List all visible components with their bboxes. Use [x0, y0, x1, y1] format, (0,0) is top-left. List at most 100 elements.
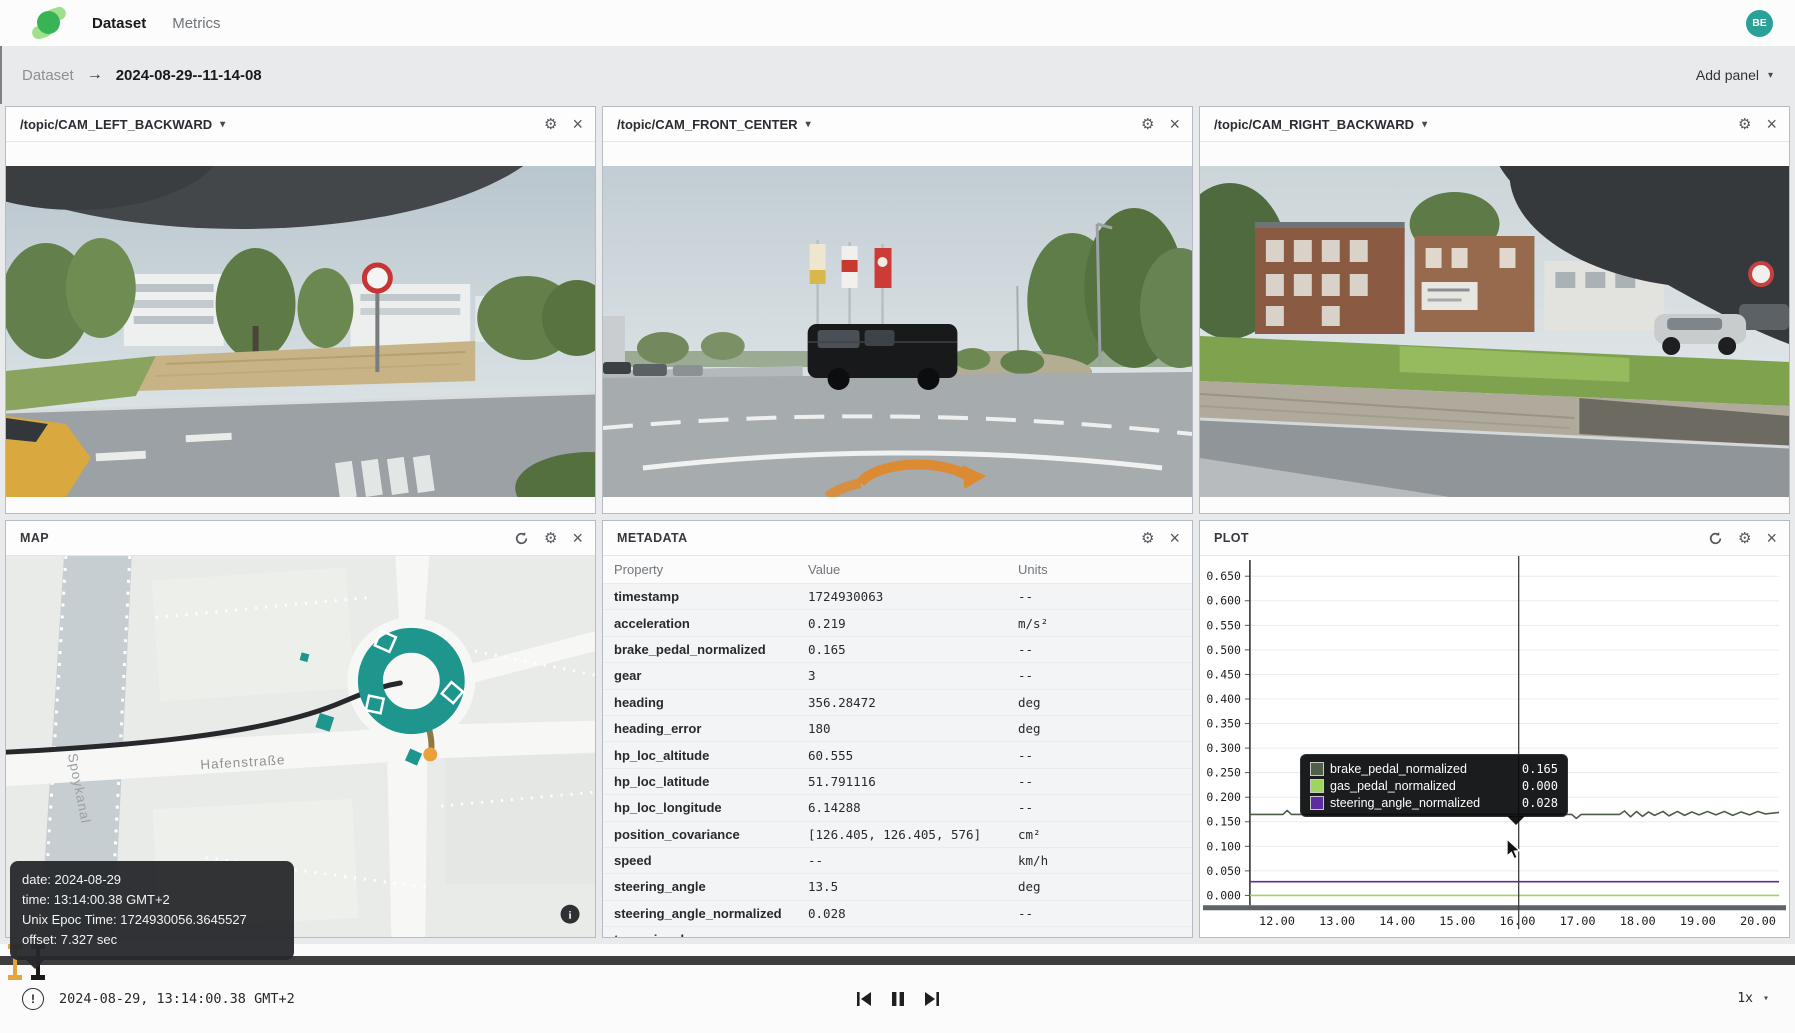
svg-text:17.00: 17.00: [1560, 914, 1596, 928]
svg-text:20.00: 20.00: [1740, 914, 1776, 928]
panel-header: /topic/CAM_LEFT_BACKWARD ▾ ⚙ ×: [6, 107, 595, 142]
table-row: gear3--: [603, 662, 1192, 688]
table-row: turn_signal----: [603, 926, 1192, 937]
table-row: hp_loc_altitude60.555--: [603, 741, 1192, 767]
mouse-cursor-icon: [1506, 839, 1523, 860]
gear-icon[interactable]: ⚙: [544, 531, 557, 546]
table-row: speed--km/h: [603, 847, 1192, 873]
refresh-icon[interactable]: [1708, 531, 1723, 546]
chevron-down-icon: ▾: [806, 119, 811, 130]
camera-view: [6, 142, 595, 513]
panel-title: METADATA: [617, 531, 688, 545]
svg-text:0.300: 0.300: [1206, 741, 1241, 755]
table-row: position_covariance[126.405, 126.405, 57…: [603, 821, 1192, 847]
main-nav: Dataset Metrics: [92, 15, 221, 32]
camera-image-left-backward: [6, 166, 595, 497]
svg-text:0.450: 0.450: [1206, 667, 1241, 681]
app-window: Dataset Metrics BE Dataset → 2024-08-29-…: [0, 0, 1795, 1033]
tooltip-series-row: steering_angle_normalized0.028: [1310, 794, 1558, 811]
refresh-icon[interactable]: [514, 531, 529, 546]
gear-icon[interactable]: ⚙: [1738, 531, 1751, 546]
close-icon[interactable]: ×: [1766, 529, 1777, 547]
skip-to-start-button[interactable]: [853, 988, 875, 1010]
camera-view: [1200, 142, 1789, 513]
table-row: heading356.28472deg: [603, 689, 1192, 715]
svg-text:0.050: 0.050: [1206, 864, 1241, 878]
panel-plot: PLOT ⚙ × 0.0000.0500.1000.1500.2000.2500…: [1199, 520, 1790, 938]
panel-metadata: METADATA ⚙ × Property Value Units timest…: [602, 520, 1193, 938]
panel-header: MAP ⚙ ×: [6, 521, 595, 556]
close-icon[interactable]: ×: [1169, 115, 1180, 133]
table-row: steering_angle_normalized0.028--: [603, 900, 1192, 926]
table-row: hp_loc_latitude51.791116--: [603, 768, 1192, 794]
svg-text:0.200: 0.200: [1206, 790, 1241, 804]
svg-text:0.600: 0.600: [1206, 594, 1241, 608]
table-row: hp_loc_longitude6.14288--: [603, 794, 1192, 820]
tab-metrics[interactable]: Metrics: [172, 15, 220, 32]
breadcrumb-root[interactable]: Dataset: [22, 67, 74, 84]
chevron-down-icon: ▾: [1768, 70, 1773, 81]
metadata-table: Property Value Units timestamp1724930063…: [603, 556, 1192, 937]
panel-header: METADATA ⚙ ×: [603, 521, 1192, 556]
breadcrumb-arrow-icon: →: [87, 66, 103, 84]
table-row: heading_error180deg: [603, 715, 1192, 741]
info-icon: i: [569, 910, 572, 922]
camera-image-right-backward: [1200, 166, 1789, 497]
add-panel-label: Add panel: [1696, 67, 1759, 83]
playhead-tooltip: date: 2024-08-29time: 13:14:00.38 GMT+2U…: [10, 861, 294, 960]
series-swatch: [1310, 796, 1324, 810]
table-row: brake_pedal_normalized0.165--: [603, 636, 1192, 662]
gear-icon[interactable]: ⚙: [1141, 531, 1154, 546]
metadata-table-header: Property Value Units: [603, 556, 1192, 583]
vehicle-position-dot: [423, 747, 437, 761]
tab-dataset[interactable]: Dataset: [92, 15, 146, 32]
svg-text:0.100: 0.100: [1206, 839, 1241, 853]
add-panel-button[interactable]: Add panel ▾: [1696, 67, 1773, 83]
table-row: acceleration0.219m/s²: [603, 609, 1192, 635]
panel-cam-right-backward: /topic/CAM_RIGHT_BACKWARD ▾ ⚙ ×: [1199, 106, 1790, 514]
table-row: steering_angle13.5deg: [603, 873, 1192, 899]
column-header-units: Units: [1018, 562, 1192, 577]
app-logo[interactable]: [34, 8, 64, 38]
plot-hover-tooltip: brake_pedal_normalized0.165gas_pedal_nor…: [1300, 754, 1568, 817]
close-icon[interactable]: ×: [1169, 529, 1180, 547]
panel-grid: /topic/CAM_LEFT_BACKWARD ▾ ⚙ ×: [0, 104, 1795, 944]
svg-text:12.00: 12.00: [1259, 914, 1295, 928]
svg-text:0.150: 0.150: [1206, 815, 1241, 829]
gear-icon[interactable]: ⚙: [544, 117, 557, 132]
user-avatar[interactable]: BE: [1746, 10, 1773, 37]
chevron-down-icon: ▾: [1763, 993, 1769, 1004]
topbar: Dataset Metrics BE: [0, 0, 1795, 46]
panel-header: PLOT ⚙ ×: [1200, 521, 1789, 556]
playback-speed-select[interactable]: 1x ▾: [1737, 991, 1769, 1006]
camera-topic-select[interactable]: /topic/CAM_FRONT_CENTER ▾: [617, 117, 811, 132]
series-swatch: [1310, 762, 1324, 776]
gear-icon[interactable]: ⚙: [1738, 117, 1751, 132]
camera-topic-label: /topic/CAM_FRONT_CENTER: [617, 117, 798, 132]
camera-topic-select[interactable]: /topic/CAM_LEFT_BACKWARD ▾: [20, 117, 225, 132]
camera-view: [603, 142, 1192, 513]
pause-button[interactable]: [887, 988, 909, 1010]
alert-icon[interactable]: !: [22, 988, 44, 1010]
skip-to-end-button[interactable]: [921, 988, 943, 1010]
map-info-button[interactable]: i: [561, 905, 580, 924]
close-icon[interactable]: ×: [572, 529, 583, 547]
panel-title: PLOT: [1214, 531, 1249, 545]
camera-topic-label: /topic/CAM_RIGHT_BACKWARD: [1214, 117, 1414, 132]
svg-text:0.350: 0.350: [1206, 717, 1241, 731]
close-icon[interactable]: ×: [1766, 115, 1777, 133]
svg-text:0.400: 0.400: [1206, 692, 1241, 706]
svg-text:0.650: 0.650: [1206, 569, 1241, 583]
tooltip-series-row: brake_pedal_normalized0.165: [1310, 760, 1558, 777]
plot-canvas: 0.0000.0500.1000.1500.2000.2500.3000.350…: [1200, 556, 1789, 937]
series-swatch: [1310, 779, 1324, 793]
svg-text:14.00: 14.00: [1379, 914, 1415, 928]
panel-header: /topic/CAM_FRONT_CENTER ▾ ⚙ ×: [603, 107, 1192, 142]
logo-core: [37, 11, 60, 34]
plot-area[interactable]: 0.0000.0500.1000.1500.2000.2500.3000.350…: [1200, 556, 1789, 937]
camera-topic-label: /topic/CAM_LEFT_BACKWARD: [20, 117, 212, 132]
gear-icon[interactable]: ⚙: [1141, 117, 1154, 132]
column-header-property: Property: [603, 562, 808, 577]
camera-topic-select[interactable]: /topic/CAM_RIGHT_BACKWARD ▾: [1214, 117, 1427, 132]
close-icon[interactable]: ×: [572, 115, 583, 133]
